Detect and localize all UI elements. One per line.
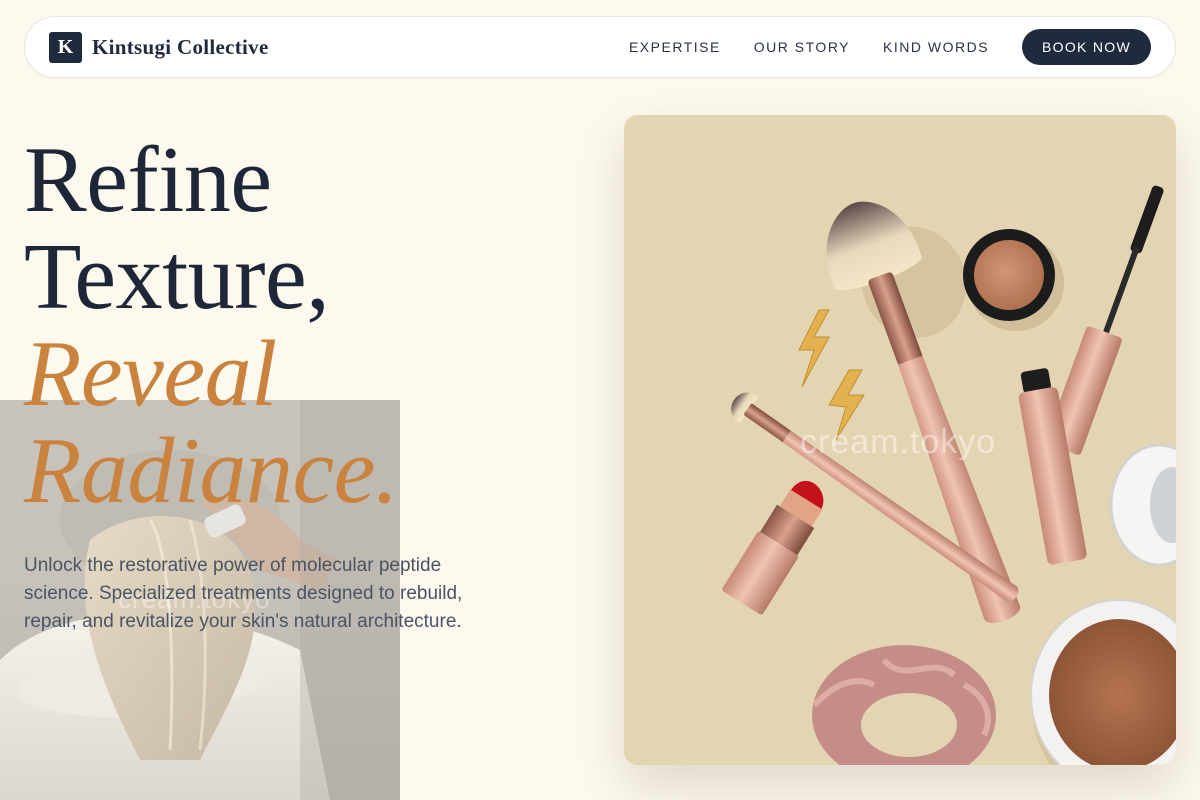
headline-accent-reveal: Reveal [24,322,277,426]
nav-link-expertise[interactable]: EXPERTISE [629,39,721,55]
nav-link-our-story[interactable]: OUR STORY [754,39,850,55]
product-flatlay-image: cream.tokyo [624,115,1176,765]
hero-description: Unlock the restorative power of molecula… [24,555,463,632]
book-now-button[interactable]: BOOK NOW [1022,29,1151,65]
headline-accent-radiance: Radiance. [24,419,398,523]
hero-headline: Refine Texture, Reveal Radiance. [24,132,584,520]
top-navigation: K Kintsugi Collective EXPERTISE OUR STOR… [24,16,1176,78]
brand-mark-icon: K [49,31,82,63]
hero-section: Refine Texture, Reveal Radiance. Unlock … [24,132,584,636]
brand-logo-link[interactable]: K Kintsugi Collective [49,31,269,63]
headline-line-texture: Texture, [24,225,330,329]
brand-name: Kintsugi Collective [92,34,269,59]
nav-link-kind-words[interactable]: KIND WORDS [883,39,989,55]
headline-line-refine: Refine [24,128,272,232]
nav-menu: EXPERTISE OUR STORY KIND WORDS BOOK NOW [629,29,1151,65]
